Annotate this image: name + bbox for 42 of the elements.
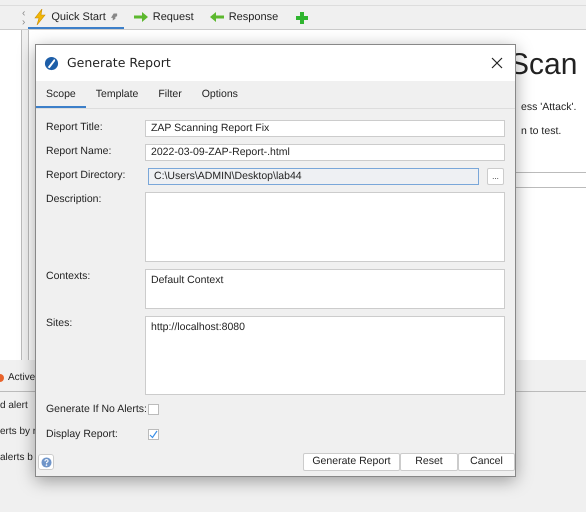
status-icon <box>0 374 4 382</box>
browse-button[interactable]: ... <box>487 168 504 185</box>
tab[interactable]: Scope <box>36 84 86 108</box>
help-icon <box>40 456 52 468</box>
help-button[interactable] <box>38 454 54 470</box>
input-field[interactable]: ZAP Scanning Report Fix <box>145 120 505 137</box>
field-label: Report Directory: <box>46 168 126 181</box>
tab[interactable]: Template <box>86 84 148 108</box>
close-icon[interactable] <box>491 57 503 69</box>
input-field[interactable]: C:\Users\ADMIN\Desktop\lab44 <box>148 168 479 185</box>
field-label: Description: <box>46 192 102 205</box>
lightning-icon <box>34 9 46 25</box>
text-area[interactable]: Default Context <box>145 269 505 309</box>
dialog-button[interactable]: Generate Report <box>303 453 400 471</box>
input-field[interactable]: 2022-03-09-ZAP-Report-.html <box>145 144 505 161</box>
tab[interactable]: Filter <box>148 84 192 108</box>
field-label: Report Title: <box>46 120 103 133</box>
text-area[interactable] <box>145 192 505 262</box>
dialog-title: Generate Report <box>67 54 171 72</box>
checkbox[interactable] <box>148 429 159 440</box>
field-label: Display Report: <box>46 426 118 440</box>
app-logo-icon <box>44 56 59 70</box>
field-label: Sites: <box>46 316 72 329</box>
right-arrow-icon <box>134 12 148 22</box>
pin-icon <box>110 13 118 21</box>
tab[interactable]: Request <box>128 7 200 29</box>
plus-icon <box>296 12 308 24</box>
field-label: Report Name: <box>46 144 112 157</box>
left-arrow-icon <box>210 12 224 22</box>
text-area[interactable]: http://localhost:8080 <box>145 316 505 395</box>
field-label: Contexts: <box>46 269 90 282</box>
checkbox[interactable] <box>148 404 159 416</box>
tab[interactable]: Response <box>204 7 284 29</box>
field-label: Generate If No Alerts: <box>46 402 147 415</box>
dialog-button[interactable]: Cancel <box>458 453 515 471</box>
tab[interactable]: Active <box>8 370 36 385</box>
body-text: n to test. <box>521 124 562 139</box>
tab[interactable]: Options <box>192 84 248 108</box>
list-item-text: alerts b <box>0 452 33 463</box>
body-text: ess 'Attack'. <box>521 100 576 115</box>
dialog-button[interactable]: Reset <box>400 453 458 471</box>
list-item-text: d alert <box>0 400 28 411</box>
